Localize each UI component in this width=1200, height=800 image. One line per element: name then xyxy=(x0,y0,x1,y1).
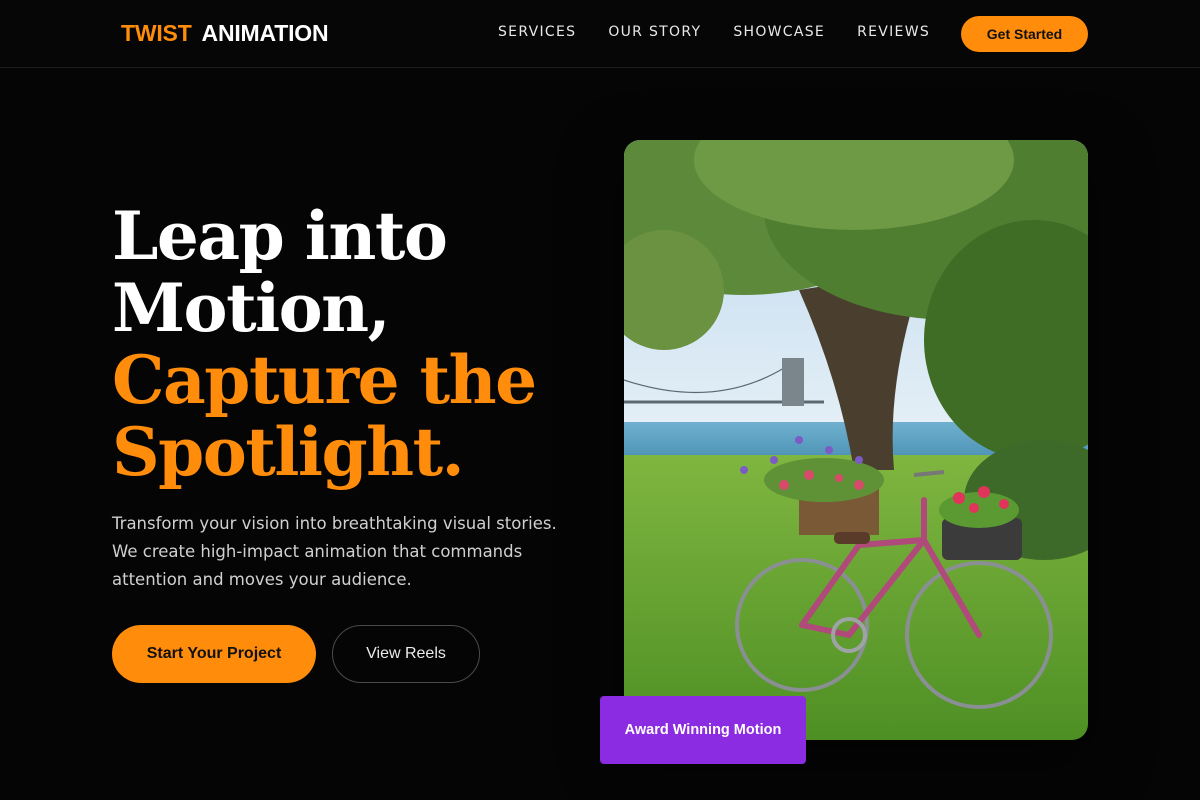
subtitle-line-1: Transform your vision into breathtaking … xyxy=(112,514,557,533)
headline-line-3: Capture the xyxy=(112,341,537,419)
brand-accent-word: TWIST xyxy=(121,20,192,46)
brand-logo[interactable]: TWIST ANIMATION xyxy=(121,20,329,47)
hero-image xyxy=(624,140,1088,740)
main-nav: SERVICES OUR STORY SHOWCASE REVIEWS xyxy=(498,24,962,40)
start-project-button[interactable]: Start Your Project xyxy=(112,625,316,683)
get-started-button[interactable]: Get Started xyxy=(961,16,1088,52)
nav-link-showcase[interactable]: SHOWCASE xyxy=(733,24,825,40)
brand-rest-word: ANIMATION xyxy=(201,20,329,46)
nav-link-services[interactable]: SERVICES xyxy=(498,24,576,40)
nav-link-our-story[interactable]: OUR STORY xyxy=(608,24,701,40)
award-badge: Award Winning Motion xyxy=(600,696,806,764)
view-reels-button[interactable]: View Reels xyxy=(332,625,480,683)
subtitle-line-2: We create high-impact animation that com… xyxy=(112,542,523,561)
nav-link-reviews[interactable]: REVIEWS xyxy=(857,24,930,40)
subtitle-line-3: attention and moves your audience. xyxy=(112,570,412,589)
headline-line-2: Motion, xyxy=(112,269,391,347)
headline-line-4: Spotlight. xyxy=(112,413,465,491)
hero-subtitle: Transform your vision into breathtaking … xyxy=(112,510,592,594)
hero-headline: Leap into Motion, Capture the Spotlight. xyxy=(112,197,537,491)
site-header: TWIST ANIMATION SERVICES OUR STORY SHOWCA… xyxy=(0,0,1200,68)
headline-line-1: Leap into xyxy=(112,197,448,275)
